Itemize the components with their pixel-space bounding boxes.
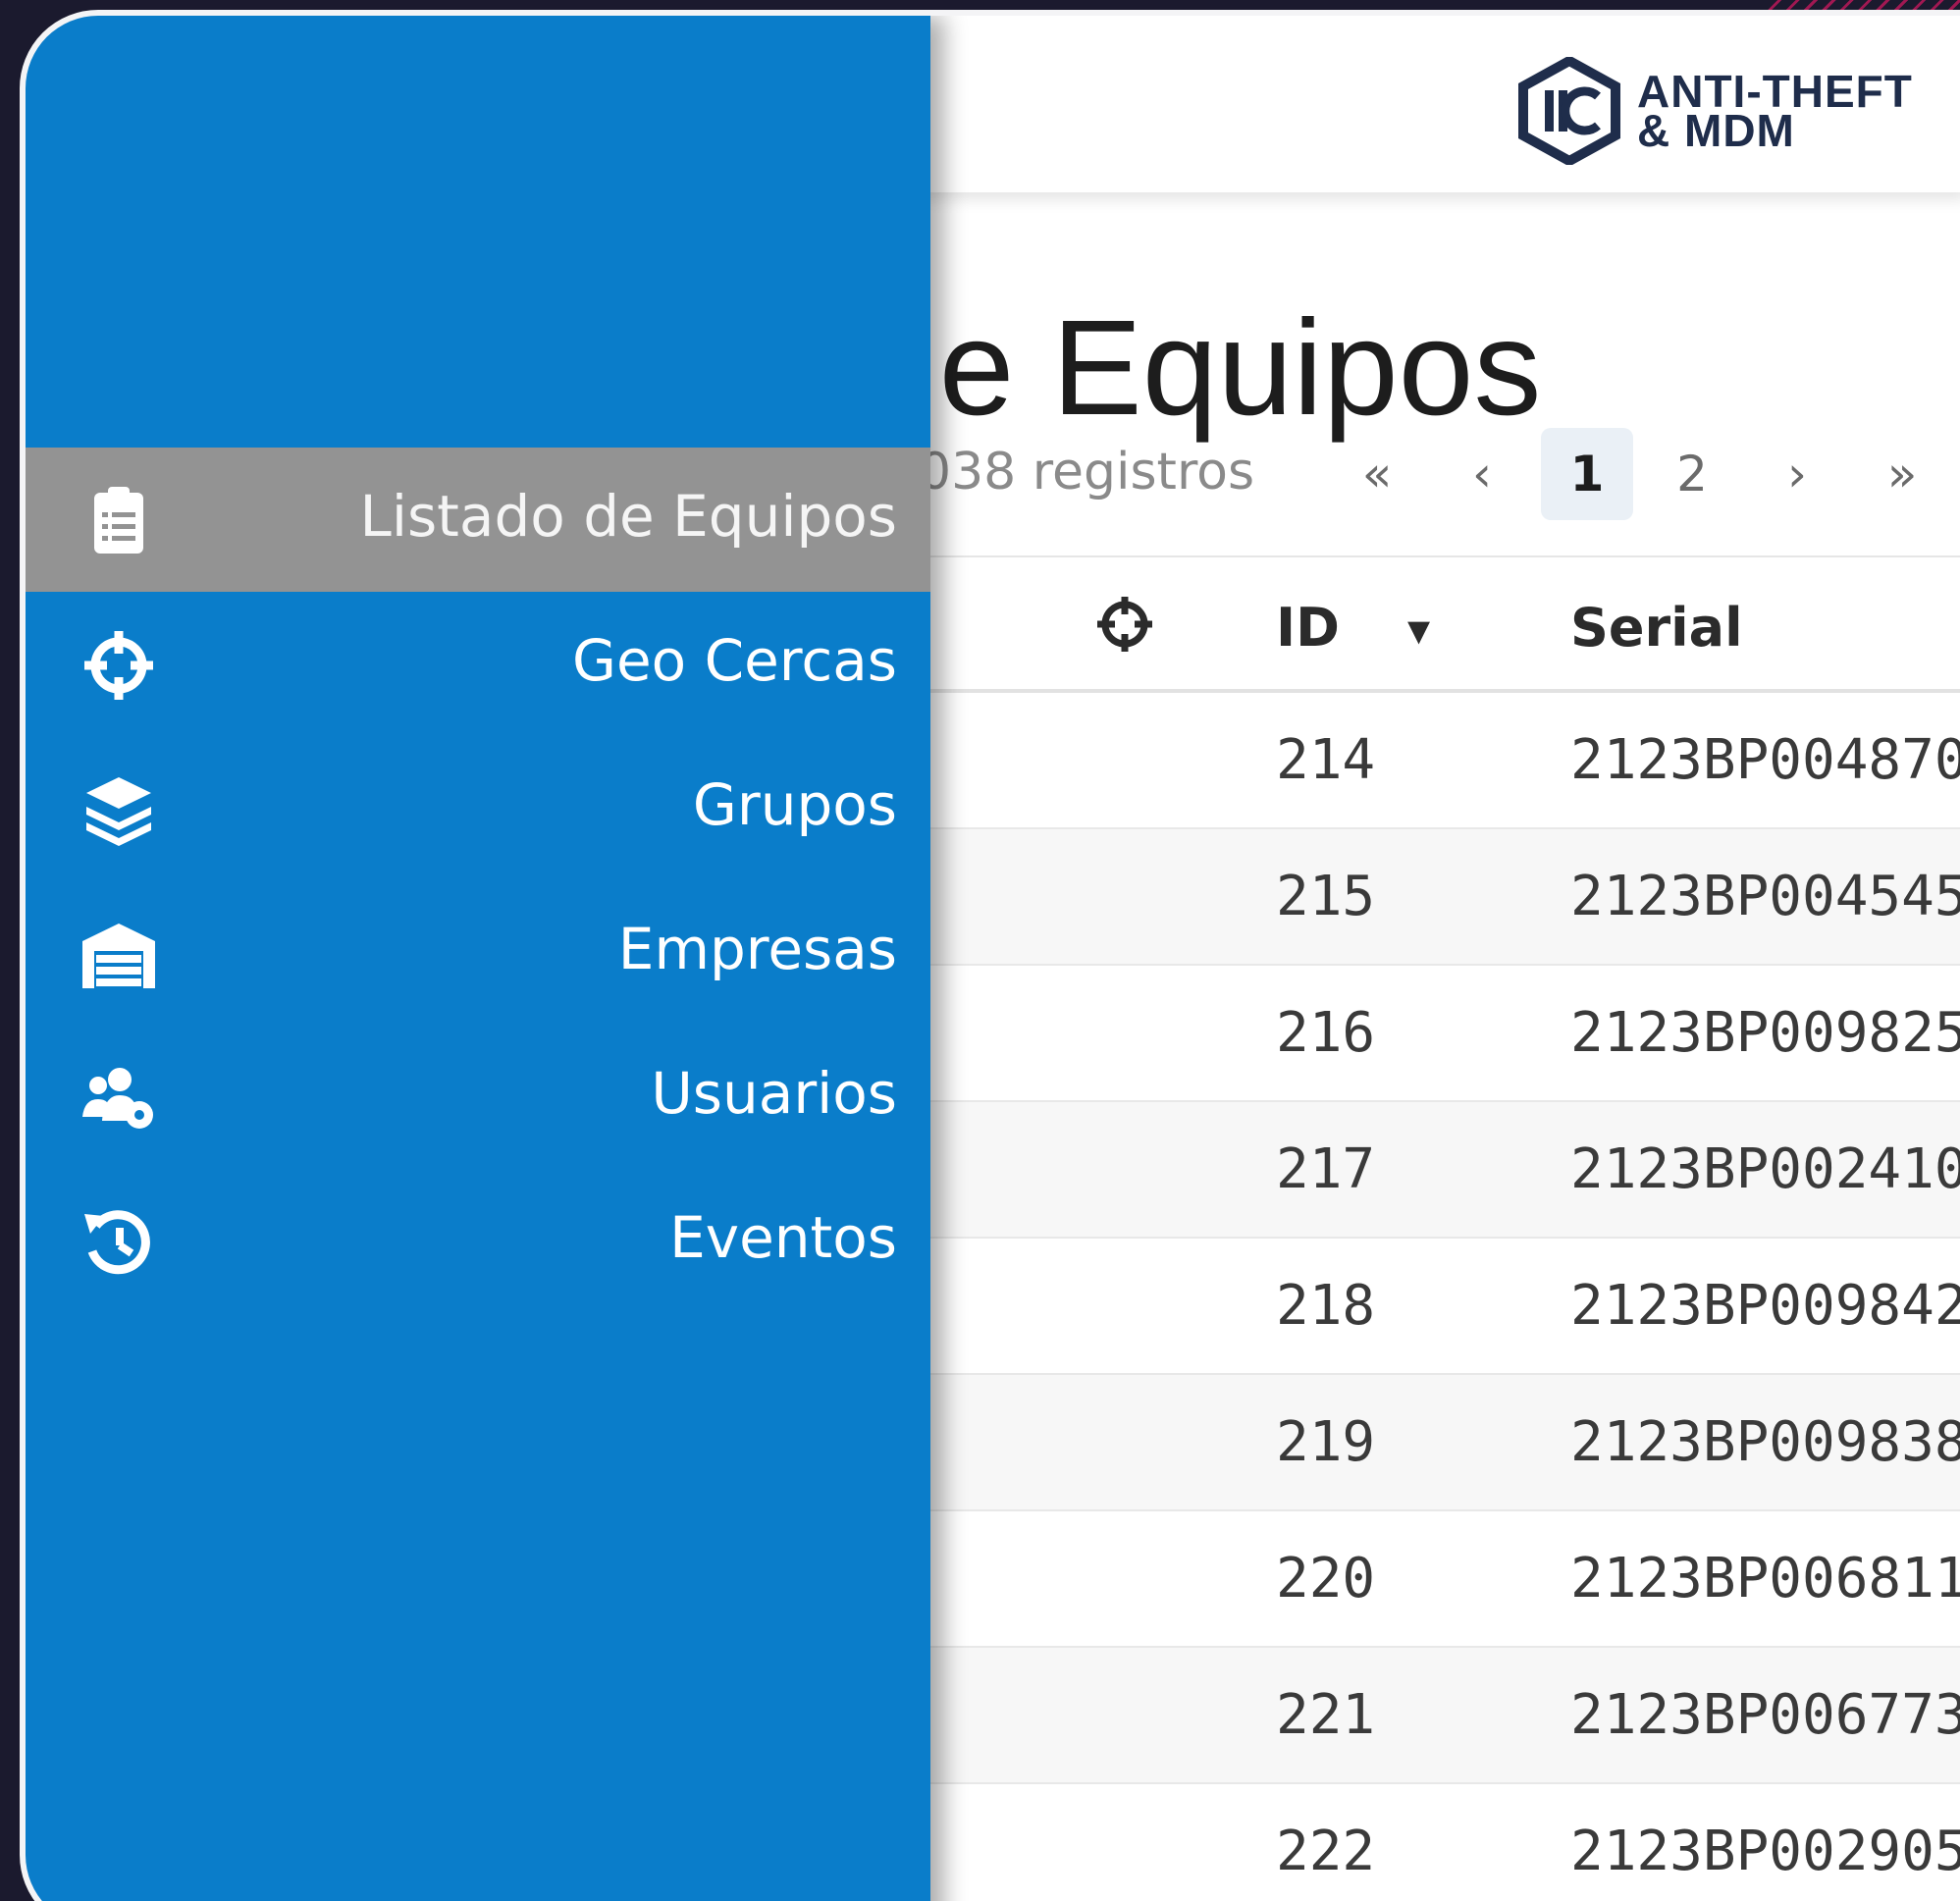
sidebar-item-geo-cercas[interactable]: Geo Cercas xyxy=(26,592,930,736)
sidebar: Listado de Equipos Geo Cercas Grupos Emp… xyxy=(26,16,930,1901)
brand-logo[interactable]: ANTI-THEFT & MDM xyxy=(1517,57,1913,165)
table-row[interactable]: 219 2123BP009838 xyxy=(928,1375,1960,1511)
crosshair-icon[interactable] xyxy=(1095,595,1154,654)
column-serial[interactable]: Serial xyxy=(1570,597,1743,659)
sidebar-item-label: Usuarios xyxy=(651,1060,897,1127)
clipboard-list-icon xyxy=(94,487,143,554)
sidebar-item-label: Eventos xyxy=(669,1204,897,1271)
cell-id: 222 xyxy=(1276,1820,1376,1883)
table-row[interactable]: 218 2123BP009842 xyxy=(928,1239,1960,1375)
page-title: le Equipos xyxy=(909,292,1542,444)
table-row[interactable]: 216 2123BP009825 xyxy=(928,966,1960,1102)
prev-page-button[interactable]: ‹ xyxy=(1436,428,1528,520)
page-2-button[interactable]: 2 xyxy=(1646,428,1738,520)
table-row[interactable]: 220 2123BP006811 xyxy=(928,1511,1960,1648)
brand-name: ANTI-THEFT & MDM xyxy=(1637,69,1913,156)
sidebar-item-grupos[interactable]: Grupos xyxy=(26,736,930,880)
table-row[interactable]: 222 2123BP002905 xyxy=(928,1784,1960,1901)
column-id[interactable]: ID xyxy=(1276,597,1340,659)
table-row[interactable]: 214 2123BP004870 xyxy=(928,693,1960,829)
cell-serial: 2123BP002905 xyxy=(1570,1820,1960,1883)
last-page-button[interactable]: » xyxy=(1856,428,1948,520)
cell-id: 221 xyxy=(1276,1683,1376,1747)
cell-serial: 2123BP009838 xyxy=(1570,1410,1960,1474)
sidebar-item-empresas[interactable]: Empresas xyxy=(26,880,930,1025)
page-1-button[interactable]: 1 xyxy=(1541,428,1633,520)
cell-id: 218 xyxy=(1276,1274,1376,1338)
cell-serial: 2123BP002410 xyxy=(1570,1137,1960,1201)
sidebar-item-label: Geo Cercas xyxy=(572,627,897,694)
cell-serial: 2123BP006811 xyxy=(1570,1547,1960,1611)
table-body: 214 2123BP004870 215 2123BP004545 216 2123B… xyxy=(928,693,1960,1901)
cell-serial: 2123BP009825 xyxy=(1570,1001,1960,1065)
cell-id: 216 xyxy=(1276,1001,1376,1065)
hexagon-logo-icon xyxy=(1518,57,1620,165)
cell-serial: 2123BP009842 xyxy=(1570,1274,1960,1338)
layers-icon xyxy=(86,777,151,846)
sidebar-item-label: Listado de Equipos xyxy=(359,483,897,550)
table-row[interactable]: 215 2123BP004545 xyxy=(928,829,1960,966)
app-window: ANTI-THEFT & MDM le Equipos 038 registro… xyxy=(26,16,1960,1901)
cell-serial: 2123BP004545 xyxy=(1570,865,1960,928)
table-row[interactable]: 217 2123BP002410 xyxy=(928,1102,1960,1239)
history-icon xyxy=(84,1210,150,1275)
cell-id: 219 xyxy=(1276,1410,1376,1474)
crosshair-icon xyxy=(84,631,153,700)
cell-id: 220 xyxy=(1276,1547,1376,1611)
devices-table: ID ▾ Serial 214 2123BP004870 215 2123BP004… xyxy=(928,555,1960,1901)
table-row[interactable]: 221 2123BP006773 xyxy=(928,1648,1960,1784)
main-content: le Equipos 038 registros « ‹ 1 2 › » ID … xyxy=(909,192,1960,1901)
sidebar-item-label: Grupos xyxy=(692,771,897,838)
warehouse-icon xyxy=(82,924,155,988)
records-count: 038 registros xyxy=(919,443,1255,502)
cell-id: 214 xyxy=(1276,728,1376,792)
sidebar-item-usuarios[interactable]: Usuarios xyxy=(26,1025,930,1169)
sidebar-item-label: Empresas xyxy=(617,916,897,982)
users-cog-icon xyxy=(82,1068,153,1129)
sidebar-item-listado-equipos[interactable]: Listado de Equipos xyxy=(26,448,930,592)
pagination: « ‹ 1 2 › » xyxy=(1331,428,1960,520)
cell-serial: 2123BP006773 xyxy=(1570,1683,1960,1747)
sort-desc-icon[interactable]: ▾ xyxy=(1407,603,1430,656)
cell-id: 217 xyxy=(1276,1137,1376,1201)
sidebar-item-eventos[interactable]: Eventos xyxy=(26,1169,930,1313)
cell-id: 215 xyxy=(1276,865,1376,928)
cell-serial: 2123BP004870 xyxy=(1570,728,1960,792)
device-frame: ANTI-THEFT & MDM le Equipos 038 registro… xyxy=(20,10,1960,1901)
brand-line2: & MDM xyxy=(1637,105,1795,156)
table-header: ID ▾ Serial xyxy=(928,555,1960,693)
first-page-button[interactable]: « xyxy=(1331,428,1423,520)
next-page-button[interactable]: › xyxy=(1751,428,1843,520)
